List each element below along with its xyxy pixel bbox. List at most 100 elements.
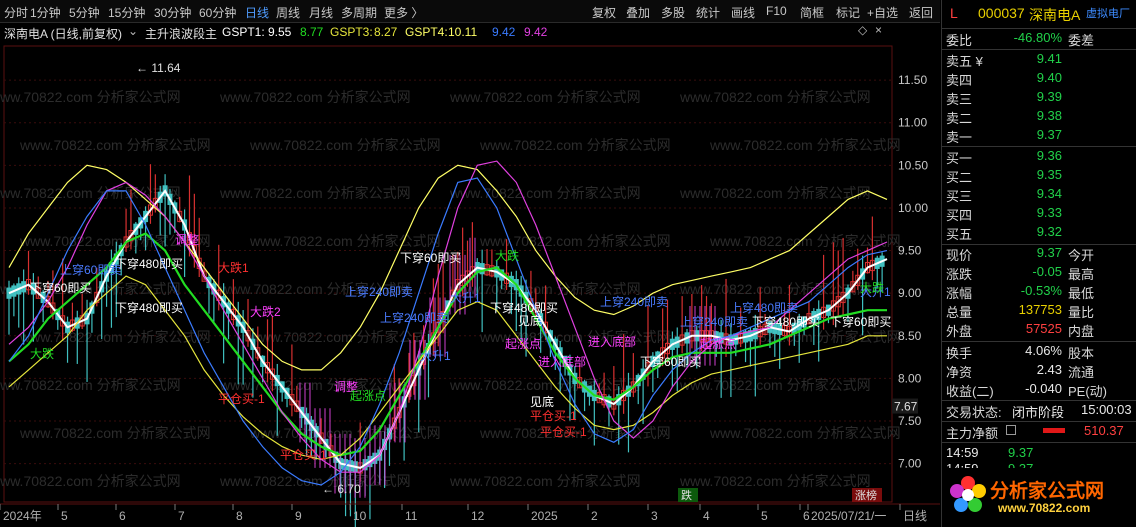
close-icon[interactable]: × bbox=[875, 23, 882, 37]
signal-annotation: 大升1 bbox=[450, 291, 481, 305]
ask-price: 9.39 bbox=[1036, 89, 1062, 104]
tab-multi-period[interactable]: 多周期 bbox=[341, 4, 377, 21]
quote-row: 外盘 57525 内盘 bbox=[946, 321, 1136, 341]
indicator-info-line: 深南电A (日线,前复权) ⌄ 主升浪波段主 GSPT1: 9.55 8.77 … bbox=[0, 23, 940, 41]
gspt3-label: GSPT3: bbox=[330, 25, 373, 39]
quote-value: 57525 bbox=[1025, 321, 1062, 336]
signal-annotation: 下穿480即买 bbox=[115, 300, 183, 315]
watermark-text: www.70822.com 分析家公式网 bbox=[679, 281, 871, 297]
fundamental-label: 收益(二) bbox=[946, 384, 994, 399]
netflow-value: 510.37 bbox=[1084, 423, 1124, 438]
signal-annotation: 上穿60即卖 bbox=[60, 262, 121, 277]
btn-overlay[interactable]: 叠加 bbox=[626, 4, 650, 21]
x-tick-label: 12 bbox=[471, 509, 485, 523]
btn-back[interactable]: 返回 bbox=[909, 4, 933, 21]
bid-level-row: 买四 9.33 bbox=[946, 205, 1136, 225]
signal-annotation: 大跌 bbox=[30, 346, 54, 361]
btn-adjust[interactable]: 复权 bbox=[592, 4, 616, 21]
signal-annotation: 进入底部 bbox=[588, 334, 636, 349]
btn-f10[interactable]: F10 bbox=[766, 4, 787, 18]
watermark-text: www.70822.com 分析家公式网 bbox=[709, 425, 901, 441]
signal-annotation: 上穿240即卖 bbox=[680, 314, 748, 329]
tab-daily[interactable]: 日线 bbox=[245, 4, 269, 21]
signal-annotation: 下穿60即买 bbox=[30, 280, 91, 295]
signal-annotation: 上穿240即卖 bbox=[345, 284, 413, 299]
signal-annotation: 调整 bbox=[175, 232, 199, 247]
btn-draw[interactable]: 画线 bbox=[731, 4, 755, 21]
signal-annotation: 下穿60即买 bbox=[640, 354, 701, 369]
quote-value: 9.37 bbox=[1036, 245, 1062, 260]
quote-label: 涨跌 bbox=[946, 267, 973, 282]
logo-url: www.70822.com bbox=[998, 501, 1091, 515]
ask-price: 9.38 bbox=[1036, 108, 1062, 123]
x-tick-label: 2024年 bbox=[3, 509, 42, 523]
tab-60min[interactable]: 60分钟 bbox=[199, 4, 236, 21]
site-logo: 分析家公式网 www.70822.com bbox=[946, 468, 1136, 526]
bid-label: 买二 bbox=[946, 170, 973, 185]
signal-annotation: 平仓买-1 bbox=[218, 392, 265, 406]
fundamental-value: 4.06% bbox=[1025, 343, 1062, 358]
indicator-name[interactable]: 主升浪波段主 bbox=[145, 25, 217, 42]
tick-price: 9.37 bbox=[1008, 445, 1034, 460]
bid-label: 买一 bbox=[946, 151, 973, 166]
x-tick-label: 日线 bbox=[903, 509, 927, 523]
quote-row: 现价 9.37 今开 bbox=[946, 245, 1136, 265]
rise-rank-tag: 涨榜 bbox=[855, 488, 877, 502]
status-time: 15:00:03 bbox=[1081, 402, 1132, 417]
bid-label: 买三 bbox=[946, 189, 973, 204]
signal-annotation: 平仓买-1 bbox=[540, 425, 587, 439]
quote-right-label: 内盘 bbox=[1068, 324, 1095, 339]
tab-weekly[interactable]: 周线 bbox=[276, 4, 300, 21]
btn-mark[interactable]: 标记 bbox=[836, 4, 860, 21]
signal-annotation: 大跌 bbox=[860, 280, 884, 295]
btn-stats[interactable]: 统计 bbox=[696, 4, 720, 21]
quote-right-label: 今开 bbox=[1068, 248, 1095, 263]
btn-multi-stock[interactable]: 多股 bbox=[661, 4, 685, 21]
tab-1min[interactable]: 1分钟 bbox=[30, 4, 61, 21]
watermark-text: www.70822.com 分析家公式网 bbox=[219, 185, 411, 201]
calendar-icon[interactable] bbox=[1006, 425, 1016, 435]
watermark-text: www.70822.com 分析家公式网 bbox=[449, 473, 641, 489]
ask-level-row: 卖一 9.37 bbox=[946, 127, 1136, 147]
x-tick-label: 11 bbox=[405, 509, 418, 523]
kline-chart[interactable]: www.70822.com 分析家公式网 www.70822.com 分析家公式网… bbox=[0, 42, 940, 527]
btn-add-watchlist[interactable]: +自选 bbox=[867, 4, 898, 21]
watermark-text: www.70822.com 分析家公式网 bbox=[249, 233, 441, 249]
concept-tag[interactable]: 虚拟电厂 bbox=[1086, 5, 1130, 21]
tab-30min[interactable]: 30分钟 bbox=[154, 4, 191, 21]
btn-simple-frame[interactable]: 简框 bbox=[800, 4, 824, 21]
tab-monthly[interactable]: 月线 bbox=[309, 4, 333, 21]
extra-value-1: 9.42 bbox=[492, 25, 516, 39]
signal-annotation: 大跌2 bbox=[250, 304, 281, 319]
bid-level-row: 买五 9.32 bbox=[946, 224, 1136, 244]
watermark-text: www.70822.com 分析家公式网 bbox=[0, 377, 181, 393]
ratio-label: 委比 bbox=[946, 33, 973, 48]
tab-more[interactable]: 更多 〉 bbox=[384, 4, 423, 21]
netflow-label: 主力净额 bbox=[946, 426, 999, 441]
ratio-value: -46.80% bbox=[1013, 30, 1062, 45]
fall-tag: 跌 bbox=[681, 488, 692, 502]
tab-fenshi[interactable]: 分时 bbox=[4, 4, 28, 21]
diamond-icon[interactable]: ◇ bbox=[858, 23, 867, 37]
tab-15min[interactable]: 15分钟 bbox=[108, 4, 145, 21]
stock-header: L 000037 深南电A 虚拟电厂 bbox=[946, 5, 1136, 27]
fundamental-value: -0.040 bbox=[1025, 381, 1062, 396]
chevron-down-icon[interactable]: ⌄ bbox=[128, 24, 138, 38]
netflow-row: 主力净额 510.37 bbox=[946, 423, 1136, 443]
ask-level-row: 卖五 ¥ 9.41 bbox=[946, 51, 1136, 71]
bid-level-row: 买一 9.36 bbox=[946, 148, 1136, 168]
gspt2-value: 8.77 bbox=[300, 25, 324, 39]
watermark-text: www.70822.com 分析家公式网 bbox=[679, 377, 871, 393]
tick-time: 14:59 bbox=[946, 445, 979, 460]
netflow-bar bbox=[1043, 428, 1065, 433]
watermark-text: www.70822.com 分析家公式网 bbox=[709, 137, 901, 153]
ask-price: 9.40 bbox=[1036, 70, 1062, 85]
price-tick-label: 7.50 bbox=[898, 414, 922, 428]
kline-chart-area[interactable]: www.70822.com 分析家公式网 www.70822.com 分析家公式网… bbox=[0, 42, 940, 527]
stock-code: 000037 bbox=[978, 5, 1025, 21]
signal-annotation: 上穿240即卖 bbox=[380, 310, 448, 325]
ask-label: 卖二 bbox=[946, 111, 973, 126]
tab-5min[interactable]: 5分钟 bbox=[69, 4, 100, 21]
x-tick-label: 2 bbox=[591, 509, 598, 523]
watermark-text: www.70822.com 分析家公式网 bbox=[679, 185, 871, 201]
